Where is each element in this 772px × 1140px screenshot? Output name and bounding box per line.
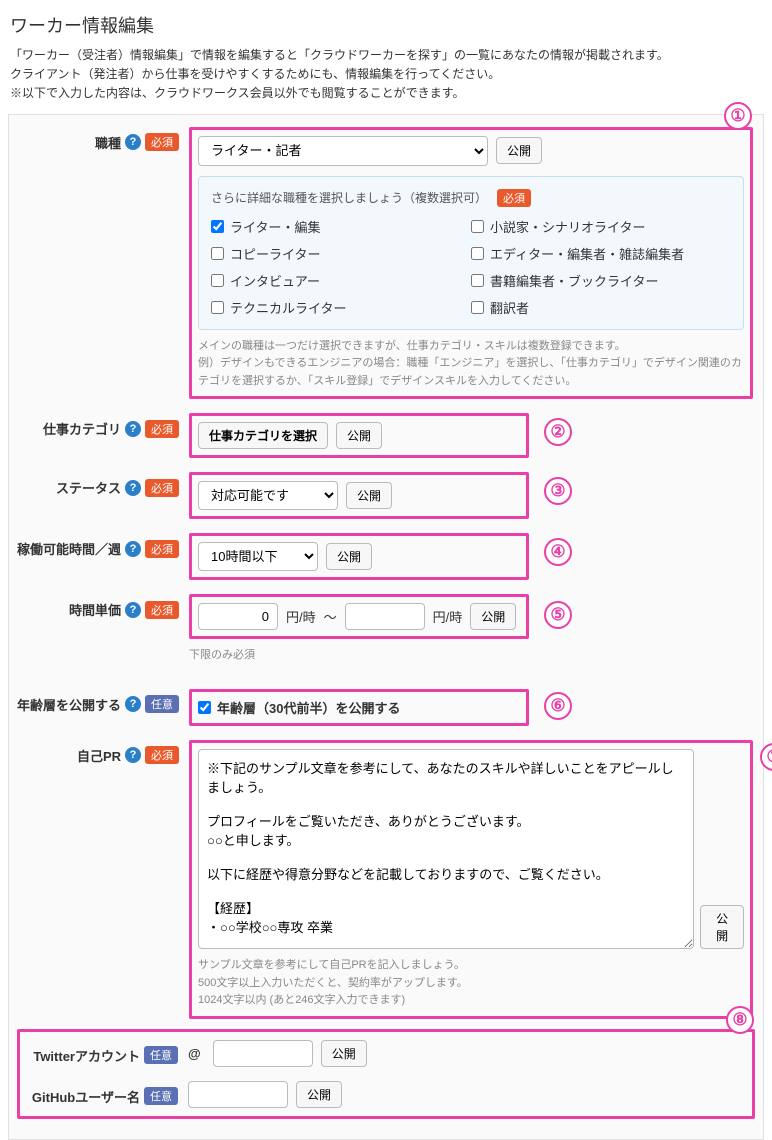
checkbox-option[interactable]: 小説家・シナリオライター [471,217,684,236]
page-title: ワーカー情報編集 [0,0,772,46]
annotation-5: ⑤ [544,601,572,629]
help-text: 例）デザインもできるエンジニアの場合：職種「エンジニア」を選択し、「仕事カテゴリ… [198,355,744,390]
required-badge: 必須 [145,540,179,558]
unit-label: 円/時 [286,607,316,626]
required-badge: 必須 [145,133,179,151]
optional-badge: 任意 [144,1046,178,1064]
intro-line: 「ワーカー（受注者）情報編集」で情報を編集すると「クラウドワーカーを探す」の一覧… [10,46,762,65]
required-badge: 必須 [145,420,179,438]
required-badge: 必須 [145,479,179,497]
help-text: 1024文字以内 (あと246文字入力できます) [198,992,744,1010]
optional-badge: 任意 [144,1087,178,1105]
at-prefix: @ [188,1046,201,1061]
label-twitter: Twitterアカウント [33,1046,140,1065]
label-category: 仕事カテゴリ [43,419,121,438]
annotation-6: ⑥ [544,692,572,720]
annotation-8: ⑧ [726,1006,754,1034]
checkbox-option[interactable]: 書籍編集者・ブックライター [471,271,684,290]
checkbox-input[interactable] [471,274,484,287]
checkbox-input[interactable] [211,247,224,260]
annotation-1: ① [724,102,752,130]
public-button[interactable]: 公開 [470,603,516,630]
intro-text: 「ワーカー（受注者）情報編集」で情報を編集すると「クラウドワーカーを探す」の一覧… [0,46,772,114]
label-occupation: 職種 [95,133,121,152]
required-badge: 必須 [497,189,531,207]
sub-occupation-panel: さらに詳細な職種を選択しましょう（複数選択可） 必須 ライター・編集 コピーライ… [198,176,744,330]
label-github: GitHubユーザー名 [32,1087,140,1106]
help-text: メインの職種は一つだけ選択できますが、仕事カテゴリ・スキルは複数登録できます。 [198,338,744,356]
help-icon[interactable]: ? [125,541,141,557]
label-selfpr: 自己PR [77,746,121,765]
label-rate: 時間単価 [69,600,121,619]
required-badge: 必須 [145,601,179,619]
rate-low-input[interactable] [198,603,278,630]
checkbox-input[interactable] [211,301,224,314]
checkbox-input[interactable] [211,220,224,233]
range-separator: 〜 [324,607,337,626]
help-icon[interactable]: ? [125,747,141,763]
help-text: 下限のみ必須 [189,647,753,665]
help-text: 500文字以上入力いただくと、契約率がアップします。 [198,975,744,993]
checkbox-input[interactable] [198,701,211,714]
checkbox-input[interactable] [471,247,484,260]
checkbox-option[interactable]: テクニカルライター [211,298,441,317]
intro-line: クライアント（発注者）から仕事を受けやすくするためにも、情報編集を行ってください… [10,65,762,84]
public-button[interactable]: 公開 [346,482,392,509]
optional-badge: 任意 [145,695,179,713]
checkbox-option[interactable]: エディター・編集者・雑誌編集者 [471,244,684,263]
public-button[interactable]: 公開 [336,422,382,449]
checkbox-option[interactable]: ライター・編集 [211,217,441,236]
annotation-7: ⑦ [760,743,772,771]
annotation-4: ④ [544,538,572,566]
help-text: サンプル文章を参考にして自己PRを記入しましょう。 [198,957,744,975]
checkbox-option[interactable]: コピーライター [211,244,441,263]
public-button[interactable]: 公開 [326,543,372,570]
annotation-3: ③ [544,477,572,505]
unit-label: 円/時 [433,607,463,626]
public-button[interactable]: 公開 [496,137,542,164]
public-button[interactable]: 公開 [296,1081,342,1108]
help-icon[interactable]: ? [125,134,141,150]
label-age: 年齢層を公開する [17,695,121,714]
twitter-input[interactable] [213,1040,313,1067]
help-icon[interactable]: ? [125,696,141,712]
selfpr-textarea[interactable]: ※下記のサンプル文章を参考にして、あなたのスキルや詳しいことをアピールしましょう… [198,749,694,949]
checkbox-option[interactable]: 翻訳者 [471,298,684,317]
help-icon[interactable]: ? [125,421,141,437]
checkbox-input[interactable] [471,301,484,314]
required-badge: 必須 [145,746,179,764]
label-hours: 稼働可能時間／週 [17,539,121,558]
checkbox-input[interactable] [471,220,484,233]
intro-line: ※以下で入力した内容は、クラウドワークス会員以外でも閲覧することができます。 [10,84,762,103]
select-category-button[interactable]: 仕事カテゴリを選択 [198,422,328,449]
public-button[interactable]: 公開 [700,905,744,949]
label-status: ステータス [56,478,121,497]
github-input[interactable] [188,1081,288,1108]
checkbox-input[interactable] [211,274,224,287]
hours-select[interactable]: 10時間以下 [198,542,318,571]
occupation-select[interactable]: ライター・記者 [198,136,488,166]
rate-high-input[interactable] [345,603,425,630]
status-select[interactable]: 対応可能です [198,481,338,510]
help-icon[interactable]: ? [125,602,141,618]
age-public-checkbox[interactable]: 年齢層（30代前半）を公開する [198,698,520,717]
annotation-2: ② [544,418,572,446]
public-button[interactable]: 公開 [321,1040,367,1067]
help-icon[interactable]: ? [125,480,141,496]
checkbox-option[interactable]: インタビュアー [211,271,441,290]
sub-panel-title: さらに詳細な職種を選択しましょう（複数選択可） [211,189,487,206]
